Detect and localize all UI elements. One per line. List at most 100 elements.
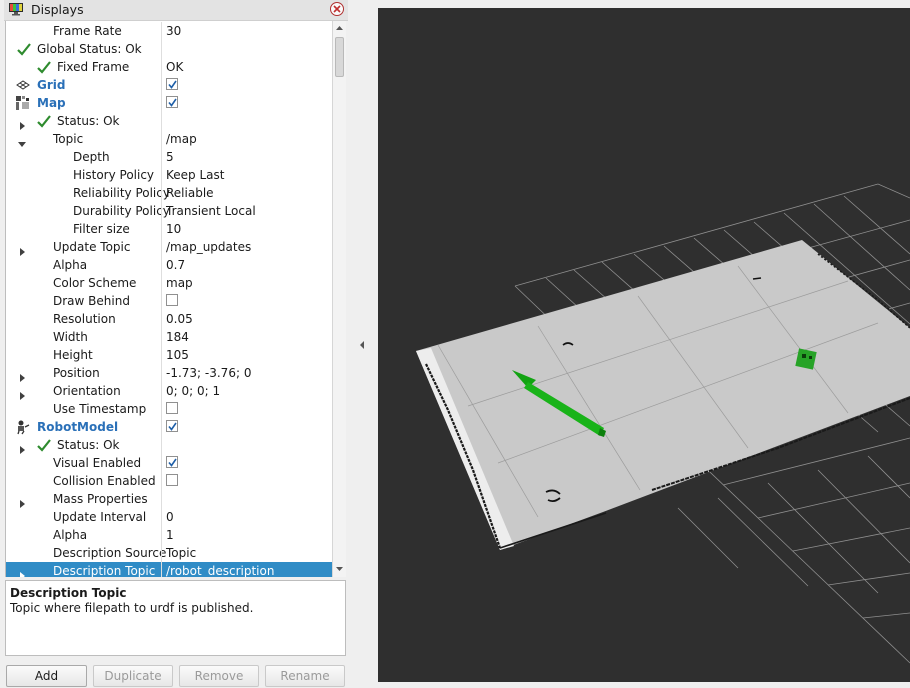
- property-value[interactable]: 105: [166, 346, 189, 364]
- help-text: Topic where filepath to urdf is publishe…: [10, 601, 254, 615]
- tree-row[interactable]: Depth 5: [6, 148, 333, 166]
- tree-row[interactable]: Grid: [6, 76, 333, 94]
- scrollbar-thumb[interactable]: [335, 37, 344, 77]
- tree-row[interactable]: Resolution 0.05: [6, 310, 333, 328]
- property-value[interactable]: 5: [166, 148, 174, 166]
- property-value[interactable]: 30: [166, 22, 181, 40]
- property-checkbox[interactable]: [166, 456, 178, 468]
- tree-row[interactable]: Mass Properties: [6, 490, 333, 508]
- property-name: Map: [37, 96, 66, 110]
- tree-row[interactable]: Map: [6, 94, 333, 112]
- tree-row[interactable]: Height 105: [6, 346, 333, 364]
- 3d-render-viewport[interactable]: [378, 8, 910, 682]
- remove-button[interactable]: Remove: [179, 665, 259, 687]
- collapsed-arrow-icon[interactable]: [18, 243, 26, 256]
- column-divider: [161, 220, 162, 238]
- close-panel-button[interactable]: [330, 2, 344, 16]
- tree-row[interactable]: Description Topic/robot_description: [6, 562, 333, 577]
- tree-row[interactable]: Filter size 10: [6, 220, 333, 238]
- property-checkbox[interactable]: [166, 96, 178, 108]
- column-divider: [161, 238, 162, 256]
- panel-splitter[interactable]: [352, 0, 378, 688]
- property-value[interactable]: 184: [166, 328, 189, 346]
- property-checkbox[interactable]: [166, 420, 178, 432]
- panel-title: Displays: [31, 2, 84, 17]
- tree-row[interactable]: RobotModel: [6, 418, 333, 436]
- property-value[interactable]: Reliable: [166, 184, 214, 202]
- property-value[interactable]: -1.73; -3.76; 0: [166, 364, 251, 382]
- tree-row[interactable]: Global Status: Ok: [6, 40, 333, 58]
- property-value[interactable]: 0.05: [166, 310, 193, 328]
- close-icon: [333, 5, 341, 13]
- tree-row[interactable]: Update Interval 0: [6, 508, 333, 526]
- tree-row[interactable]: Status: Ok: [6, 112, 333, 130]
- collapsed-arrow-icon[interactable]: [18, 117, 26, 130]
- tree-row[interactable]: Alpha 0.7: [6, 256, 333, 274]
- ok-check-icon: [16, 41, 32, 57]
- property-checkbox[interactable]: [166, 402, 178, 414]
- property-value[interactable]: 1: [166, 526, 174, 544]
- property-name: Alpha: [53, 528, 88, 542]
- collapsed-arrow-icon[interactable]: [18, 567, 26, 577]
- rename-button[interactable]: Rename: [265, 665, 345, 687]
- property-name: Global Status: Ok: [37, 42, 142, 56]
- tree-row[interactable]: Topic/map: [6, 130, 333, 148]
- panel-titlebar: Displays: [4, 0, 348, 21]
- property-checkbox[interactable]: [166, 78, 178, 90]
- tree-row[interactable]: Collision Enabled: [6, 472, 333, 490]
- duplicate-button[interactable]: Duplicate: [93, 665, 173, 687]
- tree-row[interactable]: Frame Rate 30: [6, 22, 333, 40]
- tree-row[interactable]: Orientation 0; 0; 0; 1: [6, 382, 333, 400]
- property-value[interactable]: OK: [166, 58, 183, 76]
- map-display-icon: [15, 95, 31, 111]
- add-button[interactable]: Add: [6, 665, 87, 687]
- column-divider: [161, 292, 162, 310]
- property-value[interactable]: /map: [166, 130, 197, 148]
- tree-row[interactable]: Fixed Frame OK: [6, 58, 333, 76]
- tree-row[interactable]: Alpha 1: [6, 526, 333, 544]
- column-divider: [161, 22, 162, 40]
- property-value[interactable]: /map_updates: [166, 238, 251, 256]
- collapsed-arrow-icon[interactable]: [18, 495, 26, 508]
- property-value[interactable]: /robot_description: [166, 562, 274, 577]
- collapsed-arrow-icon[interactable]: [18, 369, 26, 382]
- property-value[interactable]: 10: [166, 220, 181, 238]
- tree-row[interactable]: Durability Policy Transient Local: [6, 202, 333, 220]
- tree-row[interactable]: Status: Ok: [6, 436, 333, 454]
- property-value[interactable]: Topic: [166, 544, 196, 562]
- scroll-up-button[interactable]: [333, 21, 346, 35]
- expanded-arrow-icon[interactable]: [18, 135, 26, 147]
- property-name: Status: Ok: [57, 438, 120, 452]
- collapsed-arrow-icon[interactable]: [18, 387, 26, 400]
- tree-row[interactable]: Color Scheme map: [6, 274, 333, 292]
- property-checkbox[interactable]: [166, 294, 178, 306]
- tree-row[interactable]: Reliability Policy Reliable: [6, 184, 333, 202]
- property-name: Position: [53, 366, 100, 380]
- tree-row[interactable]: Draw Behind: [6, 292, 333, 310]
- tree-scrollbar[interactable]: [332, 21, 346, 577]
- property-value[interactable]: 0; 0; 0; 1: [166, 382, 220, 400]
- tree-row[interactable]: Use Timestamp: [6, 400, 333, 418]
- property-name: Status: Ok: [57, 114, 120, 128]
- tree-row[interactable]: Visual Enabled: [6, 454, 333, 472]
- tree-row[interactable]: Update Topic/map_updates: [6, 238, 333, 256]
- tree-row[interactable]: Width 184: [6, 328, 333, 346]
- property-value[interactable]: 0.7: [166, 256, 185, 274]
- tree-row[interactable]: Description Source Topic: [6, 544, 333, 562]
- tree-row[interactable]: Position -1.73; -3.76; 0: [6, 364, 333, 382]
- tree-row[interactable]: History Policy Keep Last: [6, 166, 333, 184]
- property-value[interactable]: Keep Last: [166, 166, 224, 184]
- property-name: Frame Rate: [53, 24, 122, 38]
- collapsed-arrow-icon[interactable]: [18, 441, 26, 454]
- collapse-arrow-icon[interactable]: [358, 340, 366, 350]
- property-value[interactable]: Transient Local: [166, 202, 256, 220]
- property-value[interactable]: map: [166, 274, 193, 292]
- column-divider: [161, 148, 162, 166]
- property-name: Description Source: [53, 546, 167, 560]
- column-divider: [161, 274, 162, 292]
- column-divider: [161, 328, 162, 346]
- scroll-down-button[interactable]: [333, 562, 346, 576]
- display-tree[interactable]: Frame Rate 30 Global Status: Ok Fixed Frame…: [5, 21, 333, 577]
- property-value[interactable]: 0: [166, 508, 174, 526]
- property-checkbox[interactable]: [166, 474, 178, 486]
